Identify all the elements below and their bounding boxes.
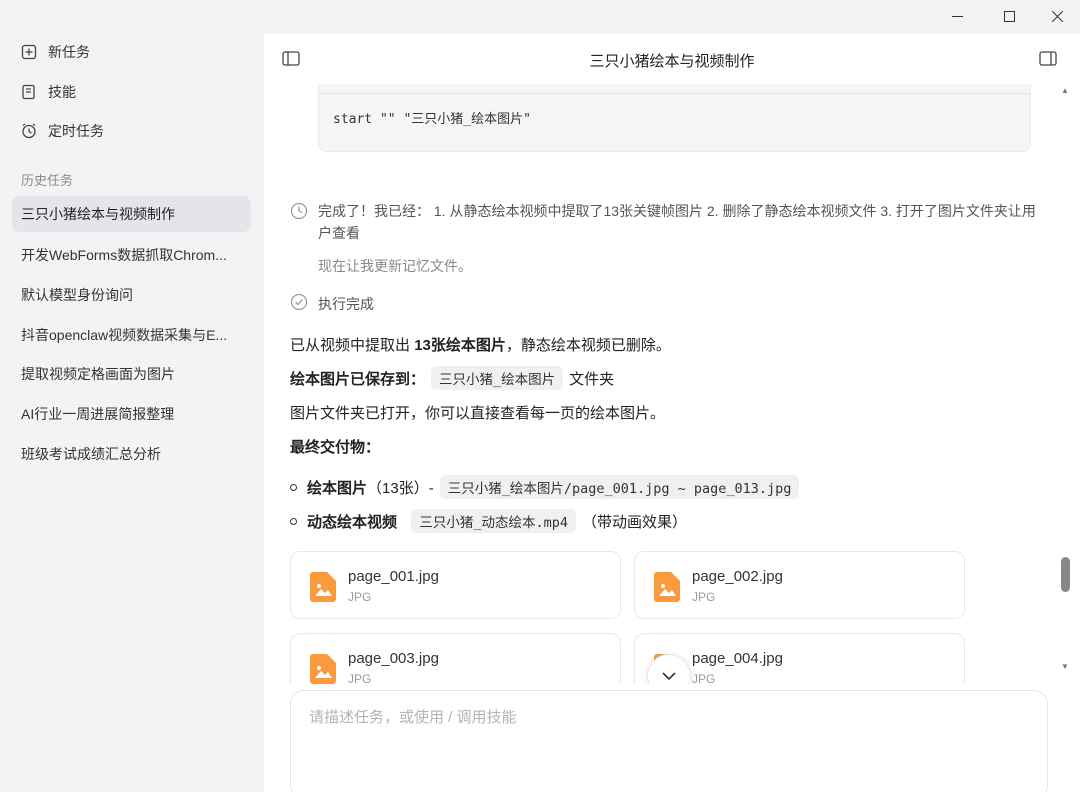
file-name: page_003.jpg xyxy=(348,650,439,667)
history-item-label: 抖音openclaw视频数据采集与E... xyxy=(21,327,228,343)
maximize-button[interactable] xyxy=(986,0,1032,32)
thinking-clock-icon xyxy=(290,202,308,220)
file-name: page_001.jpg xyxy=(348,568,439,585)
window-titlebar xyxy=(0,0,1080,34)
answer-bold: 绘本图片已保存到： xyxy=(290,370,426,388)
main-panel: bash start "" "三只小猪_绘本图片" 完成了！我已经： 1. 从静… xyxy=(264,34,1080,792)
history-section-title: 历史任务 xyxy=(21,173,74,188)
file-name: page_002.jpg xyxy=(692,568,783,585)
scroll-up-arrow-icon[interactable]: ▲ xyxy=(1061,86,1069,95)
history-item[interactable]: 默认模型身份询问 xyxy=(12,277,251,313)
history-item-label: 默认模型身份询问 xyxy=(21,287,133,303)
file-card[interactable]: page_003.jpg JPG xyxy=(290,633,621,684)
history-item[interactable]: 抖音openclaw视频数据采集与E... xyxy=(12,317,251,353)
answer-text: 文件夹 xyxy=(569,370,615,388)
history-item-label: 班级考试成绩汇总分析 xyxy=(21,446,161,462)
code-divider xyxy=(319,93,1030,94)
scroll-down-arrow-icon[interactable]: ▼ xyxy=(1061,662,1069,671)
toggle-right-panel-icon[interactable] xyxy=(1039,50,1059,68)
file-type: JPG xyxy=(348,590,372,604)
step-sub-text: 现在让我更新记忆文件。 xyxy=(318,258,472,274)
history-item[interactable]: AI行业一周进展简报整理 xyxy=(12,396,251,432)
file-type: JPG xyxy=(348,672,372,684)
maximize-icon xyxy=(1003,10,1015,22)
minimize-icon xyxy=(951,15,963,17)
history-item[interactable]: 提取视频定格画面为图片 xyxy=(12,356,251,392)
answer-text: 图片文件夹已打开，你可以直接查看每一页的绘本图片。 xyxy=(290,405,666,422)
sidebar-item-skills[interactable]: 技能 xyxy=(20,80,76,104)
file-type: JPG xyxy=(692,590,716,604)
answer-line-3: 图片文件夹已打开，你可以直接查看每一页的绘本图片。 xyxy=(290,402,665,423)
file-card[interactable]: page_001.jpg JPG xyxy=(290,551,621,619)
task-input[interactable] xyxy=(309,709,1009,726)
sidebar-item-label: 定时任务 xyxy=(48,123,104,139)
video-path-code: 三只小猪_动态绘本.mp4 xyxy=(411,509,576,533)
answer-bold: 13张绘本图片 xyxy=(414,337,506,354)
answer-bold: 绘本图片 xyxy=(307,479,368,497)
step-summary-text: 完成了！我已经： 1. 从静态绘本视频中提取了13张关键帧图片 2. 删除了静态… xyxy=(318,203,1036,241)
skills-icon xyxy=(20,83,38,101)
chevron-down-icon xyxy=(662,671,676,680)
folder-path-code: 三只小猪_绘本图片 xyxy=(431,366,564,390)
answer-line-2: 绘本图片已保存到： 三只小猪_绘本图片 文件夹 xyxy=(290,366,614,390)
answer-line-1: 已从视频中提取出 13张绘本图片 ，静态绘本视频已删除。 xyxy=(290,334,671,355)
file-card[interactable]: page_002.jpg JPG xyxy=(634,551,965,619)
answer-text: 已从视频中提取出 xyxy=(290,337,411,354)
image-file-icon xyxy=(654,572,680,602)
answer-text: （13张）- xyxy=(367,479,434,497)
sidebar-item-new-task[interactable]: 新任务 xyxy=(20,40,90,64)
bullet-dot xyxy=(290,517,297,525)
code-block: bash start "" "三只小猪_绘本图片" xyxy=(318,84,1031,152)
history-item[interactable]: 开发WebForms数据抓取Chrom... xyxy=(12,237,251,273)
history-item-label: 提取视频定格画面为图片 xyxy=(21,366,175,382)
chat-content[interactable]: bash start "" "三只小猪_绘本图片" 完成了！我已经： 1. 从静… xyxy=(264,84,1064,684)
history-item-active[interactable]: 三只小猪绘本与视频制作 xyxy=(12,196,251,232)
execution-complete-text: 执行完成 xyxy=(318,296,374,312)
answer-bold: 动态绘本视频 xyxy=(307,513,398,531)
sidebar-item-scheduled-tasks[interactable]: 定时任务 xyxy=(20,119,104,143)
answer-bold: 最终交付物： xyxy=(290,439,381,456)
file-type: JPG xyxy=(692,672,716,684)
sidebar: 新任务 技能 定时任务 历史任务 三只小猪绘本与视频制作 开发WebForms数… xyxy=(0,34,264,792)
images-path-code: 三只小猪_绘本图片/page_001.jpg ~ page_013.jpg xyxy=(439,475,800,499)
new-task-icon xyxy=(20,43,38,61)
file-name: page_004.jpg xyxy=(692,650,783,667)
deliverable-bullet-1: 绘本图片 （13张）- 三只小猪_绘本图片/page_001.jpg ~ page_… xyxy=(290,475,805,499)
page-title: 三只小猪绘本与视频制作 xyxy=(589,53,755,70)
image-file-icon xyxy=(310,654,336,684)
code-language: bash xyxy=(333,84,362,87)
history-item-label: 三只小猪绘本与视频制作 xyxy=(21,206,175,222)
sidebar-item-label: 新任务 xyxy=(48,44,90,60)
check-circle-icon xyxy=(290,293,308,311)
close-button[interactable] xyxy=(1034,0,1080,32)
bullet-dot xyxy=(290,483,297,491)
answer-text: ，静态绘本视频已删除。 xyxy=(505,337,671,354)
answer-line-4: 最终交付物： xyxy=(290,436,380,457)
minimize-button[interactable] xyxy=(934,0,980,32)
history-item-label: 开发WebForms数据抓取Chrom... xyxy=(21,247,227,263)
image-file-icon xyxy=(310,572,336,602)
close-icon xyxy=(1051,10,1063,22)
scrollbar-thumb[interactable] xyxy=(1061,557,1070,592)
history-item-label: AI行业一周进展简报整理 xyxy=(21,406,175,422)
deliverable-bullet-2: 动态绘本视频 三只小猪_动态绘本.mp4 （带动画效果） xyxy=(290,509,687,533)
task-input-box[interactable] xyxy=(290,690,1048,792)
sidebar-item-label: 技能 xyxy=(48,84,76,100)
code-line: start "" "三只小猪_绘本图片" xyxy=(333,112,531,127)
main-header: 三只小猪绘本与视频制作 xyxy=(264,34,1080,84)
history-item[interactable]: 班级考试成绩汇总分析 xyxy=(12,436,251,472)
answer-text: （带动画效果） xyxy=(582,513,688,531)
clock-icon xyxy=(20,122,38,140)
